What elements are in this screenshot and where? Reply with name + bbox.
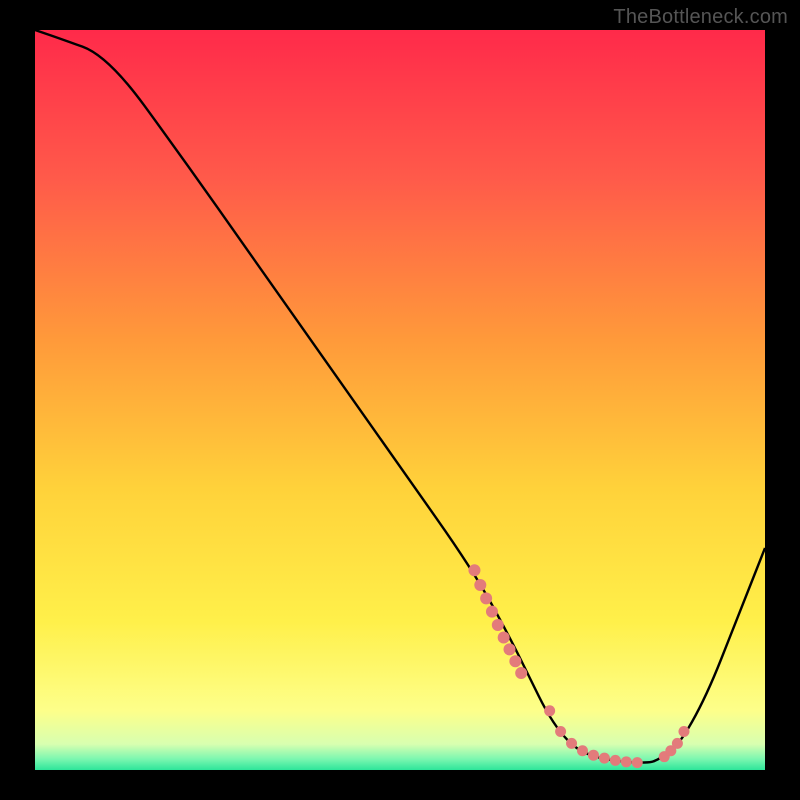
data-dot — [599, 753, 610, 764]
chart-frame: TheBottleneck.com — [0, 0, 800, 800]
watermark-text: TheBottleneck.com — [613, 6, 788, 29]
data-dot — [672, 738, 683, 749]
data-dot — [544, 705, 555, 716]
bottleneck-chart — [35, 30, 765, 770]
data-dot — [509, 655, 521, 667]
data-dot — [498, 632, 510, 644]
data-dot — [555, 726, 566, 737]
data-dot — [515, 667, 527, 679]
data-dot — [621, 756, 632, 767]
data-dot — [610, 755, 621, 766]
data-dot — [480, 592, 492, 604]
data-dot — [577, 745, 588, 756]
data-dot — [632, 757, 643, 768]
plot-area — [35, 30, 765, 770]
data-dot — [678, 726, 689, 737]
data-dot — [492, 619, 504, 631]
data-dot — [566, 738, 577, 749]
data-dot — [468, 564, 480, 576]
data-dot — [474, 579, 486, 591]
data-dot — [504, 643, 516, 655]
data-dot — [486, 606, 498, 618]
gradient-background — [35, 30, 765, 770]
data-dot — [588, 750, 599, 761]
